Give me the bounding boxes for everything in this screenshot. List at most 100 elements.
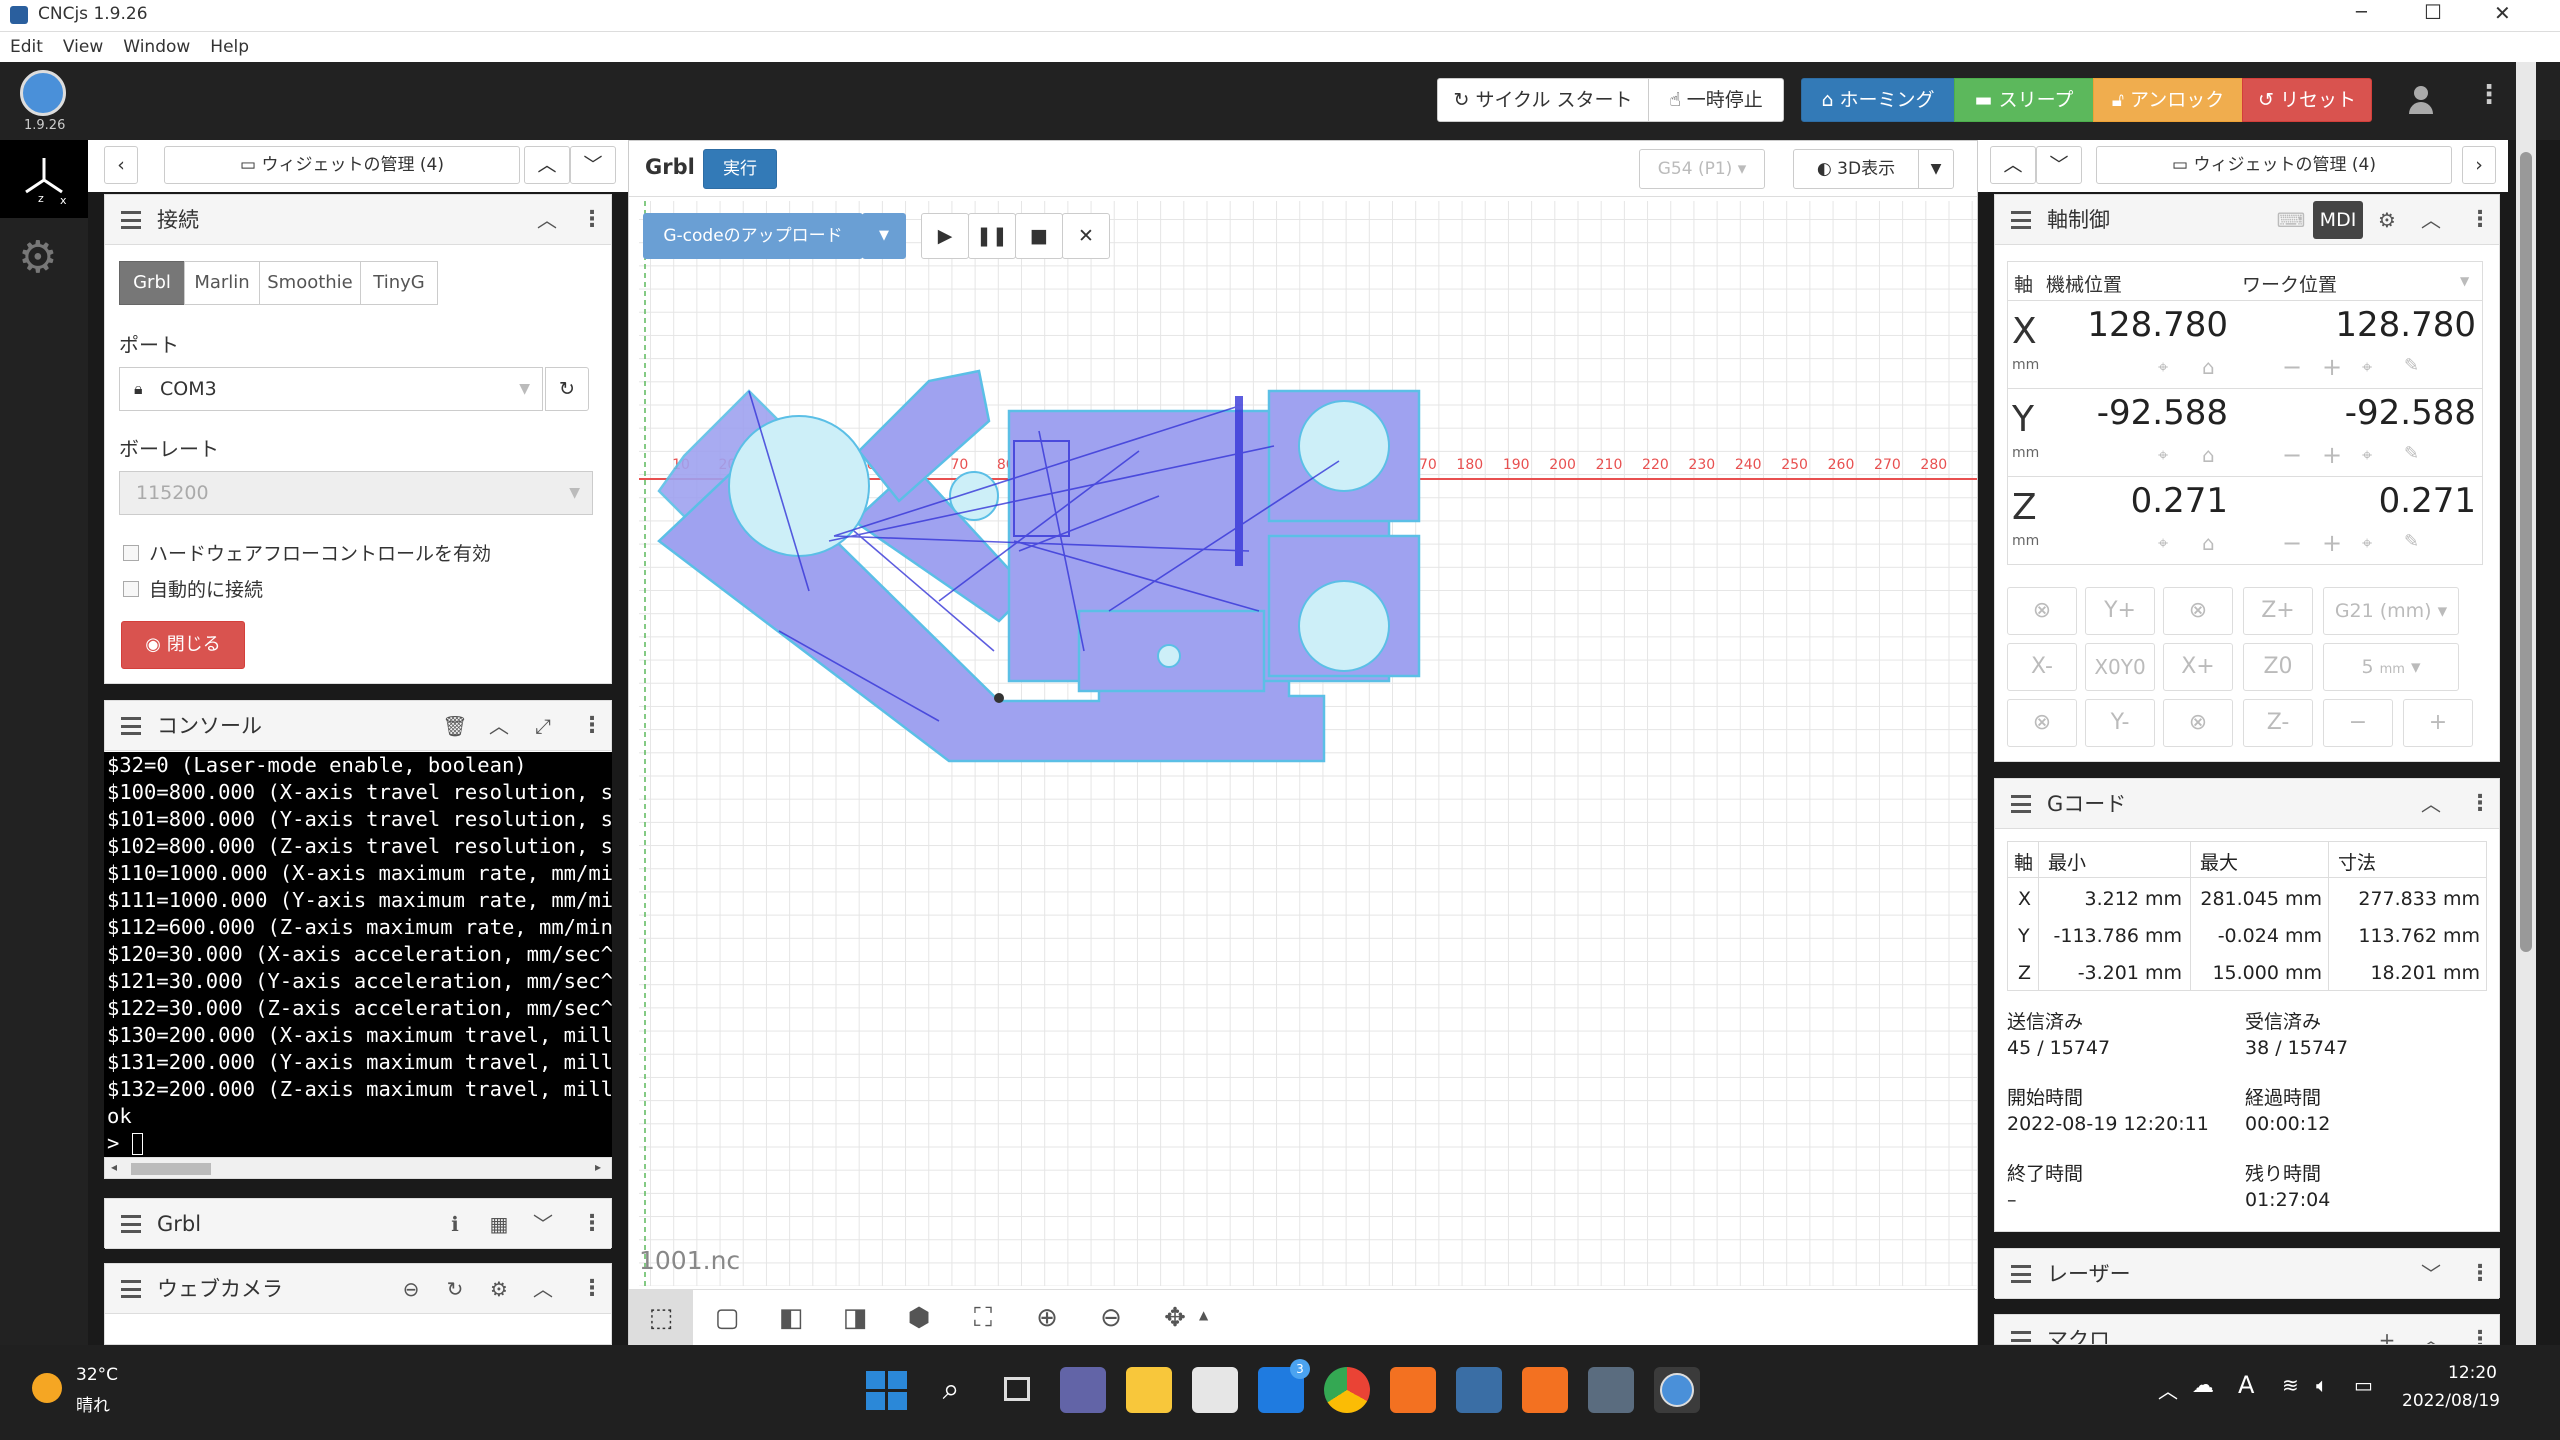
- nav-settings[interactable]: ⚙: [0, 218, 88, 296]
- gear-icon[interactable]: ⚙: [479, 1269, 519, 1309]
- volume-icon[interactable]: 🔈︎: [2316, 1373, 2328, 1397]
- chevron-up-icon[interactable]: ︿: [2411, 200, 2451, 240]
- store-icon[interactable]: [1192, 1367, 1238, 1413]
- plus-icon[interactable]: +: [2322, 529, 2342, 557]
- edit-icon[interactable]: ✎: [2404, 355, 2419, 376]
- keyboard-icon[interactable]: ⌨: [2271, 200, 2311, 240]
- jog-xminus-yminus[interactable]: ⊗: [2007, 699, 2077, 747]
- jog-xplus-yplus[interactable]: ⊗: [2163, 587, 2233, 635]
- menu-icon[interactable]: [2011, 211, 2031, 229]
- unlock-button[interactable]: 🔓︎ アンロック: [2093, 78, 2243, 122]
- more-icon[interactable]: ⋮: [2469, 1254, 2491, 1294]
- homing-button[interactable]: ⌂ ホーミング: [1801, 78, 1955, 122]
- scroll-down-right-button[interactable]: ﹀: [2036, 146, 2082, 184]
- more-menu-icon[interactable]: ⋮: [2476, 80, 2502, 110]
- upload-dropdown[interactable]: ▼: [862, 213, 906, 259]
- gcode-canvas[interactable]: 1020304050607080901001101201301401501601…: [639, 201, 1977, 1286]
- fit-view-icon[interactable]: ⛶: [963, 1298, 1003, 1338]
- more-icon[interactable]: ⋮: [2469, 784, 2491, 824]
- pin-icon[interactable]: ⌖: [2158, 357, 2168, 378]
- expand-icon[interactable]: ⤢: [523, 706, 563, 746]
- app-icon[interactable]: [1456, 1367, 1502, 1413]
- pin-icon[interactable]: ⌖: [2158, 533, 2168, 554]
- jog-yminus[interactable]: Y-: [2085, 699, 2155, 747]
- menu-icon[interactable]: [2011, 1331, 2031, 1344]
- stop-button[interactable]: ■: [1015, 213, 1063, 259]
- close-window-button[interactable]: ✕: [2494, 1, 2511, 25]
- tab-smoothie[interactable]: Smoothie: [259, 261, 361, 305]
- menu-window[interactable]: Window: [113, 32, 200, 57]
- ime-indicator[interactable]: A: [2238, 1371, 2254, 1399]
- wifi-icon[interactable]: ≋: [2282, 1373, 2299, 1397]
- pin-icon[interactable]: ⌖: [2362, 357, 2372, 378]
- 3d-view-dropdown[interactable]: ▼: [1918, 149, 1954, 189]
- battery-icon[interactable]: ▭: [2354, 1373, 2373, 1397]
- sleep-button[interactable]: ▬ スリープ: [1954, 78, 2094, 122]
- fusion360-icon[interactable]: [1522, 1367, 1568, 1413]
- menu-icon[interactable]: [2011, 795, 2031, 813]
- reset-button[interactable]: ↺ リセット: [2242, 78, 2372, 122]
- view-top-button[interactable]: ⬚: [629, 1290, 693, 1346]
- chevron-down-icon[interactable]: ﹀: [523, 1204, 563, 1244]
- menu-icon[interactable]: [121, 1215, 141, 1233]
- menu-icon[interactable]: [121, 717, 141, 735]
- trash-icon[interactable]: 🗑︎: [435, 706, 475, 746]
- more-icon[interactable]: ⋮: [581, 706, 603, 746]
- mail-icon[interactable]: 3: [1258, 1359, 1310, 1413]
- console-scrollbar[interactable]: ◂ ▸: [104, 1157, 612, 1179]
- home-icon[interactable]: ⌂: [2202, 443, 2215, 467]
- scroll-thumb[interactable]: [131, 1163, 211, 1175]
- add-icon[interactable]: +: [2367, 1320, 2407, 1344]
- chevron-up-icon[interactable]: ︿: [527, 200, 567, 240]
- play-button[interactable]: ▶: [921, 213, 969, 259]
- jog-yplus[interactable]: Y+: [2085, 587, 2155, 635]
- menu-edit[interactable]: Edit: [0, 32, 53, 57]
- edit-icon[interactable]: ✎: [2404, 443, 2419, 464]
- menu-view[interactable]: View: [53, 32, 113, 57]
- jog-xplus[interactable]: X+: [2163, 643, 2233, 691]
- hw-flow-checkbox[interactable]: [123, 545, 139, 561]
- chevron-up-icon[interactable]: ︿: [2158, 1375, 2178, 1404]
- step-increase[interactable]: +: [2403, 699, 2473, 747]
- minimize-button[interactable]: ─: [2356, 2, 2367, 23]
- close-gcode-button[interactable]: ✕: [1062, 213, 1110, 259]
- zoom-in-icon[interactable]: ⊕: [1027, 1298, 1067, 1338]
- minus-icon[interactable]: −: [2282, 441, 2302, 469]
- collapse-left-button[interactable]: ‹: [104, 146, 138, 184]
- teams-icon[interactable]: [1060, 1367, 1106, 1413]
- info-icon[interactable]: ℹ: [435, 1204, 475, 1244]
- auto-connect-checkbox[interactable]: [123, 581, 139, 597]
- pause-gcode-button[interactable]: ❚❚: [968, 213, 1016, 259]
- cncjs-logo-icon[interactable]: [20, 70, 66, 116]
- chevron-up-icon[interactable]: ︿: [2411, 784, 2451, 824]
- chrome-icon[interactable]: [1324, 1367, 1370, 1413]
- minus-icon[interactable]: −: [2282, 529, 2302, 557]
- gear-icon[interactable]: ⚙: [2367, 200, 2407, 240]
- manage-widgets-button-right[interactable]: ▭ ウィジェットの管理 (4): [2096, 146, 2452, 184]
- scroll-thumb[interactable]: [2520, 152, 2532, 952]
- jog-zminus[interactable]: Z-: [2243, 699, 2313, 747]
- home-icon[interactable]: ⌂: [2202, 531, 2215, 555]
- units-select[interactable]: G21 (mm) ▾: [2323, 587, 2459, 635]
- chevron-up-icon[interactable]: ︿: [523, 1269, 563, 1309]
- menu-icon[interactable]: [121, 211, 141, 229]
- go-xy0[interactable]: X0Y0: [2085, 643, 2155, 691]
- scroll-up-right-button[interactable]: ︿: [1990, 146, 2036, 184]
- menu-help[interactable]: Help: [200, 32, 259, 57]
- cncjs-taskbar-icon[interactable]: [1654, 1367, 1700, 1413]
- user-icon[interactable]: [2408, 86, 2434, 114]
- jog-xminus[interactable]: X-: [2007, 643, 2077, 691]
- plus-icon[interactable]: +: [2322, 441, 2342, 469]
- jog-zplus[interactable]: Z+: [2243, 587, 2313, 635]
- collapse-right-button[interactable]: ›: [2462, 146, 2496, 184]
- view-iso-icon[interactable]: ⬢: [899, 1298, 939, 1338]
- caret-up-icon[interactable]: ▲: [1199, 1308, 1208, 1322]
- cycle-start-button[interactable]: ↻ サイクル スタート: [1437, 78, 1649, 122]
- file-explorer-icon[interactable]: [1126, 1367, 1172, 1413]
- go-z0[interactable]: Z0: [2243, 643, 2313, 691]
- pin-icon[interactable]: ⌖: [2362, 533, 2372, 554]
- weather-icon[interactable]: [32, 1373, 62, 1403]
- search-icon[interactable]: ⌕: [928, 1367, 974, 1413]
- view-left-icon[interactable]: ◧: [771, 1298, 811, 1338]
- menu-icon[interactable]: [121, 1280, 141, 1298]
